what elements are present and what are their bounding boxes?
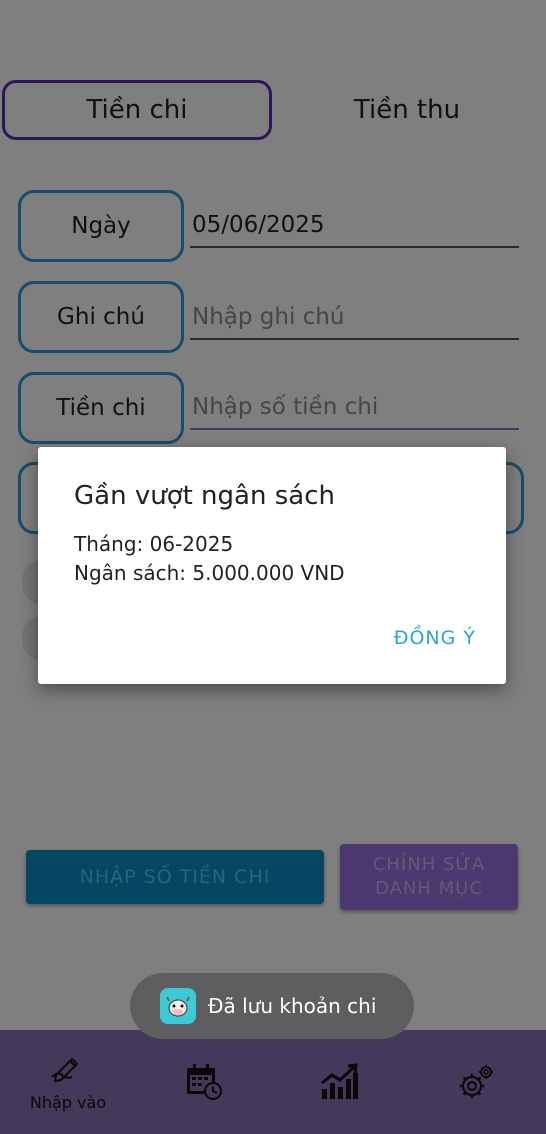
dialog-month: Tháng: 06-2025 bbox=[74, 532, 234, 556]
dialog-budget: Ngân sách: 5.000.000 VND bbox=[74, 561, 345, 585]
screen: Tiền chi Tiền thu Ngày 05/06/2025 Ghi ch… bbox=[0, 0, 546, 1134]
app-cow-icon bbox=[160, 988, 196, 1024]
dialog-title: Gần vượt ngân sách bbox=[74, 481, 335, 511]
toast-message: Đã lưu khoản chi bbox=[208, 994, 377, 1018]
budget-warning-dialog: Gần vượt ngân sách Tháng: 06-2025 Ngân s… bbox=[38, 447, 506, 684]
toast: Đã lưu khoản chi bbox=[130, 973, 414, 1039]
confirm-button[interactable]: ĐỒNG Ý bbox=[394, 627, 476, 649]
